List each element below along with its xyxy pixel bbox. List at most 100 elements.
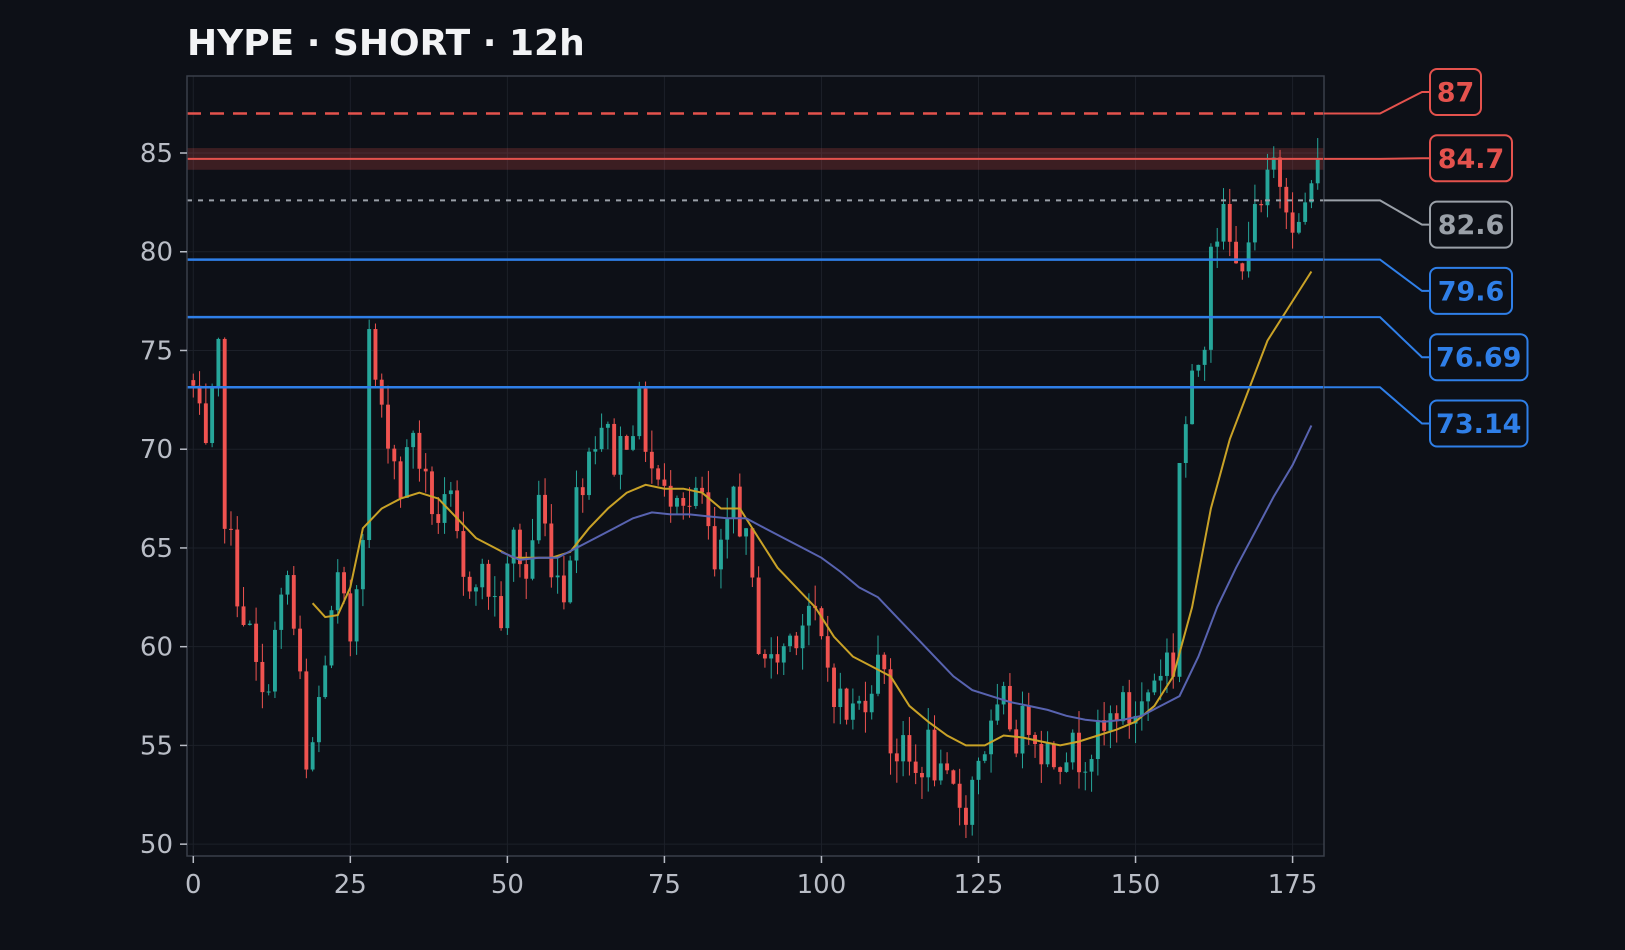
candle-body (750, 528, 755, 578)
candle-body (216, 338, 221, 389)
candle-body (480, 563, 485, 588)
chart-root: HYPE · SHORT · 12h 0 25 50 75 100 125 150 175 5… (0, 0, 1625, 950)
candle-body (1240, 263, 1245, 272)
candle-body (1303, 202, 1308, 222)
candle-body (1158, 675, 1163, 681)
candle-body (932, 729, 937, 781)
candle-body (1296, 221, 1301, 233)
candle-body (731, 486, 736, 519)
candle-body (832, 667, 836, 708)
candle-body (806, 605, 811, 626)
candle-body (524, 564, 529, 579)
candle-body (675, 497, 679, 507)
candle-body (561, 575, 566, 603)
candle-body (266, 691, 271, 693)
level-connector (1324, 258, 1430, 292)
candle-body (392, 448, 397, 462)
chart-svg: HYPE · SHORT · 12h 0 25 50 75 100 125 150 175 5… (140, 23, 1529, 900)
candle-body (367, 329, 372, 541)
level-connector (1324, 91, 1430, 115)
candle-body (1227, 204, 1232, 242)
x-tick-label: 125 (954, 870, 1004, 900)
level-connector (1324, 386, 1430, 425)
candle-body (411, 432, 416, 448)
candle-body (1083, 771, 1088, 773)
candle-body (876, 654, 880, 694)
candle-body (342, 572, 346, 594)
candle-body (379, 379, 384, 405)
candle-body (863, 700, 868, 713)
candle-body (247, 623, 252, 625)
candle-body (1095, 720, 1100, 760)
y-tick-label: 75 (140, 336, 173, 366)
candle-body (1077, 732, 1081, 773)
candle-body (279, 594, 284, 630)
candle-body (1014, 729, 1019, 754)
candle-body (599, 427, 604, 450)
candle-body (662, 479, 667, 486)
candle-body (430, 471, 434, 515)
candle-body (568, 560, 573, 603)
candle-body (191, 380, 196, 386)
candle-body (254, 623, 259, 662)
candle-body (272, 629, 277, 692)
candle-body (857, 700, 862, 704)
candle-body (492, 596, 497, 598)
candle-body (989, 720, 994, 755)
candle-body (398, 461, 403, 498)
candle-body (222, 338, 227, 529)
candle-body (587, 451, 591, 496)
level-badge-text: 73.14 (1436, 409, 1521, 440)
candle-body (329, 610, 334, 666)
candle-body (1139, 701, 1144, 716)
candle-body (1039, 744, 1044, 765)
candle-body (1121, 692, 1125, 722)
candle-body (1252, 204, 1257, 243)
candle-body (825, 636, 830, 668)
candle-body (612, 423, 617, 475)
candle-body (461, 531, 466, 577)
candle-body (725, 518, 730, 540)
candle-body (1183, 424, 1188, 463)
candle-body (781, 646, 786, 663)
candles (191, 138, 1320, 839)
candle-body (1152, 680, 1157, 693)
candle-body (1165, 652, 1169, 676)
candle-body (335, 572, 340, 611)
candle-body (536, 494, 541, 541)
candle-body (442, 494, 447, 523)
candle-body (762, 653, 767, 659)
x-tick-label: 0 (185, 870, 202, 900)
candle-body (605, 423, 610, 428)
candle-body (593, 449, 598, 452)
candle-body (656, 468, 661, 480)
chart-title: HYPE · SHORT · 12h (187, 23, 585, 64)
candle-body (844, 688, 849, 720)
level-connector (1324, 199, 1430, 226)
candle-body (505, 563, 510, 629)
candle-body (448, 490, 453, 495)
candle-body (298, 628, 303, 672)
candle-body (637, 388, 642, 437)
plot-frame (186, 75, 1325, 857)
candle-body (203, 403, 208, 444)
candle-body (1259, 204, 1264, 206)
candle-body (838, 688, 843, 708)
candle-body (938, 763, 943, 781)
candle-body (850, 703, 855, 720)
candle-body (1064, 762, 1069, 772)
level-connector (1324, 157, 1430, 160)
y-axis-ticks: 50 55 60 65 70 75 80 85 (140, 139, 187, 860)
candle-body (1007, 685, 1012, 730)
candle-body (963, 807, 968, 825)
candle-body (1278, 157, 1282, 187)
level-badge-text: 76.69 (1436, 343, 1521, 374)
candle-body (260, 661, 265, 693)
candle-body (348, 593, 353, 642)
candle-body (373, 329, 378, 380)
x-tick-label: 25 (334, 870, 367, 900)
candle-body (1196, 364, 1201, 371)
candle-body (285, 575, 290, 595)
candle-body (436, 514, 441, 523)
candle-body (976, 760, 981, 780)
